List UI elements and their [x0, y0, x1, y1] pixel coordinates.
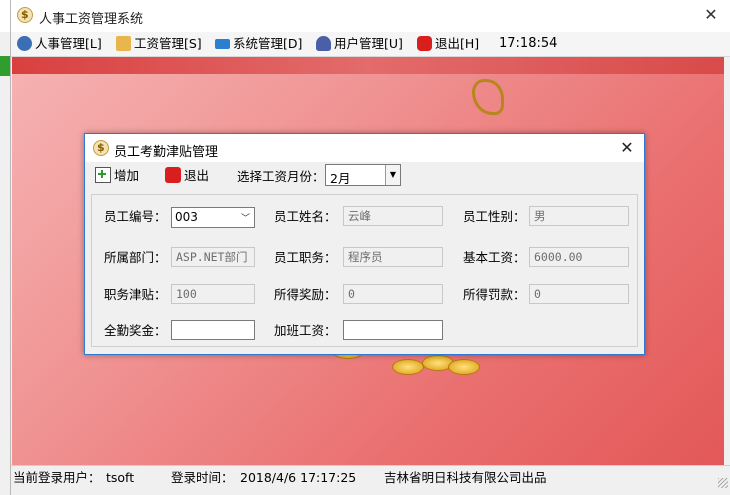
dialog-money-bag-icon — [93, 140, 109, 156]
emp-id-label: 员工编号： — [104, 209, 167, 224]
system-icon — [215, 39, 230, 49]
app-money-bag-icon — [17, 7, 33, 23]
gender-field: 男 — [529, 206, 629, 226]
allowance-field: 100 — [171, 284, 255, 304]
exit-button[interactable]: 退出 — [165, 166, 209, 186]
month-select[interactable]: 2月 ▼ — [325, 164, 401, 186]
emp-name-field: 云峰 — [343, 206, 443, 226]
emp-id-combo[interactable]: 003 ﹀ — [171, 207, 255, 228]
status-login-label: 登录时间： — [171, 470, 234, 485]
add-icon — [95, 167, 111, 183]
attendance-bonus-input[interactable] — [171, 320, 255, 340]
background-window-edge — [0, 0, 10, 495]
resize-grip[interactable] — [718, 478, 728, 488]
employee-form-panel: 员工编号： 003 ﹀ 员工姓名： 云峰 员工性别： 男 所属部门： ASP.N… — [91, 194, 638, 347]
status-bar: 当前登录用户： tsoft 登录时间： 2018/4/6 17:17:25 吉林… — [11, 465, 730, 490]
chevron-down-icon: ﹀ — [240, 214, 250, 224]
gender-label: 员工性别： — [463, 209, 526, 224]
status-company: 吉林省明日科技有限公司出品 — [384, 470, 547, 485]
bonus-label: 所得奖励： — [274, 287, 337, 302]
coin-decoration — [392, 359, 424, 375]
dialog-titlebar: 员工考勤津贴管理 ✕ — [85, 134, 644, 162]
main-titlebar: 人事工资管理系统 ✕ — [11, 0, 730, 32]
menu-personnel[interactable]: 人事管理[L] — [17, 35, 102, 53]
status-user-label: 当前登录用户： — [13, 470, 101, 485]
add-button[interactable]: 增加 — [95, 166, 139, 186]
base-salary-label: 基本工资： — [463, 250, 526, 265]
exit-icon — [165, 167, 181, 183]
status-user-value: tsoft — [106, 470, 135, 485]
month-label: 选择工资月份： — [237, 169, 325, 184]
menu-user[interactable]: 用户管理[U] — [316, 35, 403, 53]
menu-exit[interactable]: 退出[H] — [417, 35, 479, 53]
allowance-label: 职务津贴： — [104, 287, 167, 302]
dialog-title: 员工考勤津贴管理 — [114, 145, 219, 160]
overtime-label: 加班工资： — [274, 323, 337, 338]
position-label: 员工职务： — [274, 250, 337, 265]
exit-icon — [417, 36, 432, 51]
dept-label: 所属部门： — [104, 250, 167, 265]
coin-decoration — [448, 359, 480, 375]
menu-salary[interactable]: 工资管理[S] — [116, 35, 202, 53]
menu-system[interactable]: 系统管理[D] — [215, 35, 302, 53]
background-top-band — [12, 57, 724, 74]
penalty-label: 所得罚款： — [463, 287, 526, 302]
user-icon — [316, 36, 331, 51]
penalty-field: 0 — [529, 284, 629, 304]
menu-bar: 人事管理[L] 工资管理[S] 系统管理[D] 用户管理[U] 退出[H] 17… — [11, 32, 730, 57]
emp-name-label: 员工姓名： — [274, 209, 337, 224]
chevron-down-icon[interactable]: ▼ — [385, 165, 400, 185]
status-login-value: 2018/4/6 17:17:25 — [240, 470, 357, 485]
app-title: 人事工资管理系统 — [39, 12, 144, 27]
attendance-bonus-label: 全勤奖金： — [104, 323, 167, 338]
dept-field: ASP.NET部门 — [171, 247, 255, 267]
gold-ornament-icon — [472, 79, 504, 115]
position-field: 程序员 — [343, 247, 443, 267]
dialog-close-button[interactable]: ✕ — [616, 137, 638, 159]
bonus-field: 0 — [343, 284, 443, 304]
overtime-input[interactable] — [343, 320, 443, 340]
base-salary-field: 6000.00 — [529, 247, 629, 267]
main-close-button[interactable]: ✕ — [700, 4, 722, 26]
salary-icon — [116, 36, 131, 51]
personnel-icon — [17, 36, 32, 51]
attendance-dialog: 员工考勤津贴管理 ✕ 增加 退出 选择工资月份： 2月 ▼ 员工编号： 003 … — [84, 133, 645, 355]
clock: 17:18:54 — [499, 36, 558, 51]
